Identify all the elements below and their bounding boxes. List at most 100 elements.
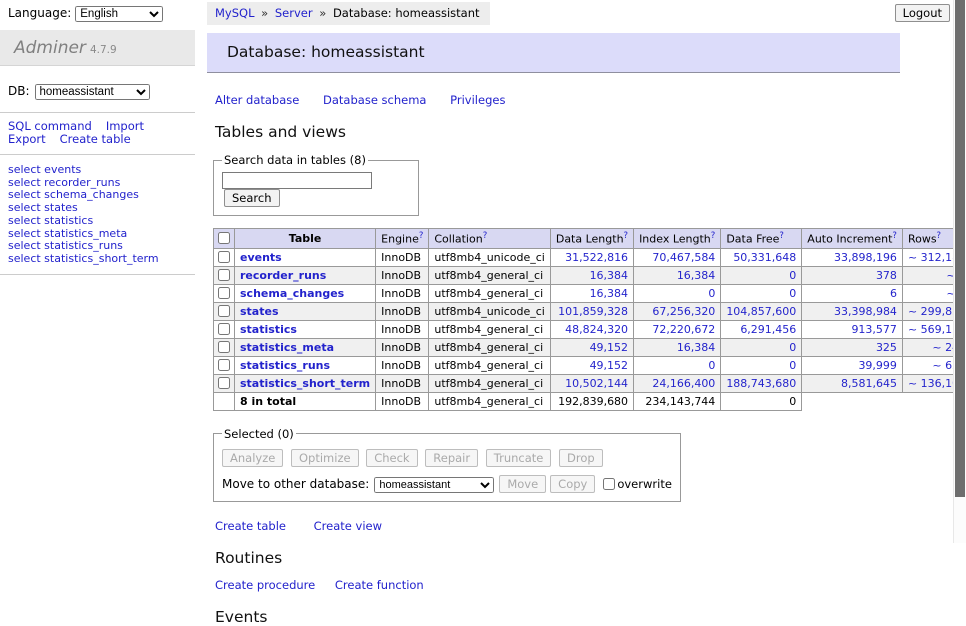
routine-links: Create procedure Create function xyxy=(215,578,907,592)
row-checkbox[interactable] xyxy=(218,251,230,263)
breadcrumb-current: Database: homeassistant xyxy=(333,6,480,20)
search-input[interactable] xyxy=(222,172,372,189)
table-link-events[interactable]: events xyxy=(240,251,282,264)
help-icon[interactable]: ? xyxy=(483,231,488,241)
table-row-schema-changes: schema_changes InnoDB utf8mb4_general_ci… xyxy=(214,284,966,302)
auto-increment-cell: 33,398,984 xyxy=(802,302,903,320)
breadcrumb-server-link[interactable]: Server xyxy=(275,6,313,20)
table-link-recorder-runs[interactable]: recorder_runs xyxy=(240,269,326,282)
selected-fieldset: Selected (0) Analyze Optimize Check Repa… xyxy=(213,427,681,502)
table-header-row: Table Engine? Collation? Data Length? In… xyxy=(214,229,966,249)
column-header-index-length: Index Length xyxy=(639,233,711,246)
language-label: Language: xyxy=(8,6,71,20)
sidebar-item-select-statistics[interactable]: select statistics xyxy=(8,215,187,228)
database-schema-link[interactable]: Database schema xyxy=(323,93,426,107)
row-checkbox[interactable] xyxy=(218,359,230,371)
row-checkbox[interactable] xyxy=(218,269,230,281)
overwrite-checkbox[interactable] xyxy=(603,478,615,490)
table-link-schema-changes[interactable]: schema_changes xyxy=(240,287,344,300)
create-table-link-sidebar[interactable]: Create table xyxy=(60,132,131,146)
help-icon[interactable]: ? xyxy=(779,231,784,241)
optimize-button[interactable]: Optimize xyxy=(291,449,359,467)
table-link-statistics[interactable]: statistics xyxy=(240,323,297,336)
select-all-checkbox[interactable] xyxy=(218,232,230,244)
help-icon[interactable]: ? xyxy=(937,231,942,241)
privileges-link[interactable]: Privileges xyxy=(450,93,505,107)
auto-increment-cell: 913,577 xyxy=(802,320,903,338)
engine-cell: InnoDB xyxy=(376,374,429,392)
page-title: Database: homeassistant xyxy=(207,33,900,73)
sidebar-item-select-states[interactable]: select states xyxy=(8,202,187,215)
drop-button[interactable]: Drop xyxy=(559,449,603,467)
auto-increment-cell: 8,581,645 xyxy=(802,374,903,392)
index-length-cell: 72,220,672 xyxy=(634,320,721,338)
overwrite-label: overwrite xyxy=(617,477,672,491)
selected-legend: Selected (0) xyxy=(222,427,296,441)
collation-cell: utf8mb4_general_ci xyxy=(429,320,550,338)
index-length-cell: 234,143,744 xyxy=(634,392,721,410)
create-procedure-link[interactable]: Create procedure xyxy=(215,578,315,592)
create-view-link[interactable]: Create view xyxy=(314,519,382,533)
create-links: Create table Create view xyxy=(215,519,907,533)
row-checkbox[interactable] xyxy=(218,305,230,317)
index-length-cell: 0 xyxy=(634,356,721,374)
row-checkbox[interactable] xyxy=(218,341,230,353)
search-button[interactable]: Search xyxy=(224,189,280,207)
truncate-button[interactable]: Truncate xyxy=(486,449,552,467)
alter-database-link[interactable]: Alter database xyxy=(215,93,299,107)
scrollbar-track[interactable] xyxy=(953,0,966,543)
import-link[interactable]: Import xyxy=(106,119,144,133)
engine-cell: InnoDB xyxy=(376,266,429,284)
breadcrumb-mysql-link[interactable]: MySQL xyxy=(215,6,255,20)
data-length-cell: 10,502,144 xyxy=(550,374,633,392)
help-icon[interactable]: ? xyxy=(711,231,716,241)
move-button[interactable]: Move xyxy=(499,475,546,493)
db-select[interactable]: homeassistant xyxy=(35,84,150,100)
column-header-rows: Rows xyxy=(908,233,937,246)
row-checkbox[interactable] xyxy=(218,377,230,389)
data-free-cell: 6,291,456 xyxy=(721,320,802,338)
help-icon[interactable]: ? xyxy=(419,231,424,241)
engine-cell: InnoDB xyxy=(376,338,429,356)
language-bar: Language: English xyxy=(0,0,195,30)
table-link-statistics-meta[interactable]: statistics_meta xyxy=(240,341,334,354)
help-icon[interactable]: ? xyxy=(892,231,897,241)
sidebar-item-select-events[interactable]: select events xyxy=(8,164,187,177)
row-checkbox[interactable] xyxy=(218,287,230,299)
row-checkbox[interactable] xyxy=(218,323,230,335)
data-free-cell: 104,857,600 xyxy=(721,302,802,320)
copy-button[interactable]: Copy xyxy=(550,475,595,493)
create-function-link[interactable]: Create function xyxy=(335,578,424,592)
tables-and-views-heading: Tables and views xyxy=(215,123,907,141)
move-db-select[interactable]: homeassistant xyxy=(374,477,494,493)
repair-button[interactable]: Repair xyxy=(425,449,478,467)
table-row-statistics-meta: statistics_meta InnoDB utf8mb4_general_c… xyxy=(214,338,966,356)
language-select[interactable]: English xyxy=(75,6,163,22)
auto-increment-cell: 39,999 xyxy=(802,356,903,374)
data-free-cell: 188,743,680 xyxy=(721,374,802,392)
scrollbar-thumb[interactable] xyxy=(955,0,965,497)
collation-cell: utf8mb4_unicode_ci xyxy=(429,302,550,320)
help-icon[interactable]: ? xyxy=(624,231,629,241)
auto-increment-cell: 33,898,196 xyxy=(802,248,903,266)
sql-command-link[interactable]: SQL command xyxy=(8,119,92,133)
auto-increment-cell: 6 xyxy=(802,284,903,302)
analyze-button[interactable]: Analyze xyxy=(222,449,283,467)
table-link-states[interactable]: states xyxy=(240,305,279,318)
column-header-auto-increment: Auto Increment xyxy=(807,233,892,246)
column-header-engine: Engine xyxy=(381,233,419,246)
export-link[interactable]: Export xyxy=(8,132,46,146)
index-length-cell: 67,256,320 xyxy=(634,302,721,320)
move-row: Move to other database:homeassistantMove… xyxy=(222,475,672,493)
table-link-statistics-runs[interactable]: statistics_runs xyxy=(240,359,330,372)
data-free-cell: 50,331,648 xyxy=(721,248,802,266)
index-length-cell: 0 xyxy=(634,284,721,302)
engine-cell: InnoDB xyxy=(376,392,429,410)
data-length-cell: 49,152 xyxy=(550,356,633,374)
check-button[interactable]: Check xyxy=(366,449,417,467)
create-table-link[interactable]: Create table xyxy=(215,519,286,533)
sidebar-item-select-statistics-short-term[interactable]: select statistics_short_term xyxy=(8,253,187,266)
table-link-statistics-short-term[interactable]: statistics_short_term xyxy=(240,377,370,390)
logout-button[interactable]: Logout xyxy=(895,4,950,22)
data-free-cell: 0 xyxy=(721,338,802,356)
